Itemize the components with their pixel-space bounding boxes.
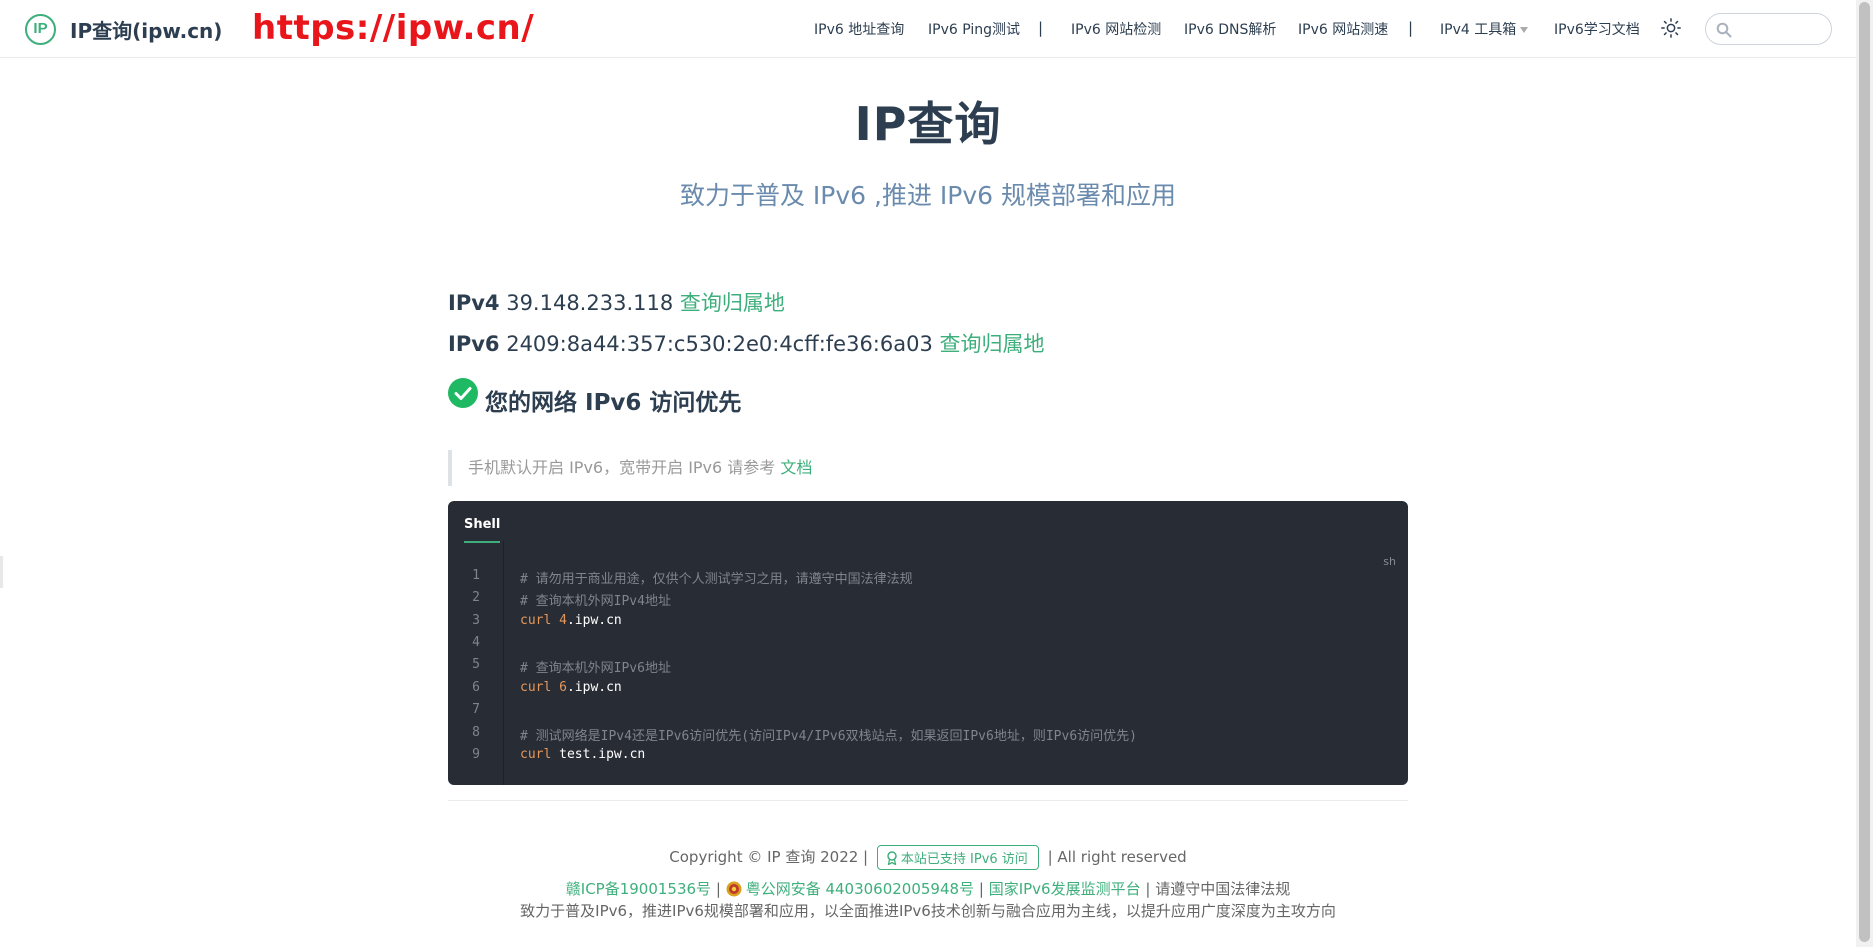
code-argument: .ipw.cn (566, 680, 622, 695)
copyright-text: Copyright © IP 查询 2022 | (669, 848, 869, 866)
nav-ipv6-dns[interactable]: IPv6 DNS解析 (1184, 19, 1276, 39)
code-line: curl 4.ipw.cn (520, 613, 622, 628)
nav-ipv6-speed[interactable]: IPv6 网站测速 (1298, 19, 1388, 39)
code-comment: # 请勿用于商业用途，仅供个人测试学习之用，请遵守中国法律法规 (520, 572, 913, 587)
line-number: 8 (472, 725, 480, 740)
ipv6-address: 2409:8a44:357:c530:2e0:4cff:fe36:6a03 (506, 332, 933, 356)
line-number: 5 (472, 657, 480, 672)
law-text: 请遵守中国法律法规 (1155, 880, 1291, 898)
page-title: IP查询 (854, 97, 1002, 151)
watermark-url: https://ipw.cn/ (252, 8, 535, 48)
ipv6-support-badge[interactable]: 本站已支持 IPv6 访问 (876, 845, 1039, 870)
ipv6-lookup-link[interactable]: 查询归属地 (940, 332, 1045, 356)
footer-separator: | (978, 880, 984, 898)
ipv4-label: IPv4 (448, 291, 500, 315)
footer-separator: | (1145, 880, 1151, 898)
chevron-down-icon (1520, 27, 1529, 33)
ipv6-platform-link[interactable]: 国家IPv6发展监测平台 (989, 880, 1141, 898)
nav-separator: | (1408, 19, 1414, 37)
ipv4-address: 39.148.233.118 (506, 291, 674, 315)
line-number: 7 (472, 702, 480, 717)
code-command: curl (520, 680, 552, 695)
nav-ipv6-site-check[interactable]: IPv6 网站检测 (1071, 19, 1161, 39)
code-comment: # 查询本机外网IPv6地址 (520, 661, 671, 676)
code-argument: .ipw.cn (566, 613, 622, 628)
code-comment: # 测试网络是IPv4还是IPv6访问优先(访问IPv4/IPv6双栈站点，如果… (520, 729, 1137, 744)
code-command: curl (520, 747, 552, 762)
code-line: # 测试网络是IPv4还是IPv6访问优先(访问IPv4/IPv6双栈站点，如果… (520, 725, 1137, 744)
code-line: # 查询本机外网IPv6地址 (520, 657, 671, 676)
side-edge-handle (0, 556, 3, 588)
footer-mission: 致力于普及IPv6，推进IPv6规模部署和应用，以全面推进IPv6技术创新与融合… (520, 902, 1336, 920)
nav-ipv6-ping[interactable]: IPv6 Ping测试 (928, 19, 1020, 39)
code-line: # 查询本机外网IPv4地址 (520, 590, 671, 609)
content-divider (448, 800, 1408, 801)
code-number: 4 (559, 613, 567, 628)
nav-ipv6-address-lookup[interactable]: IPv6 地址查询 (814, 19, 904, 39)
police-badge-icon (726, 881, 742, 897)
code-line: # 请勿用于商业用途，仅供个人测试学习之用，请遵守中国法律法规 (520, 568, 913, 587)
code-line: curl 6.ipw.cn (520, 680, 622, 695)
line-number: 1 (472, 568, 480, 583)
line-number: 9 (472, 747, 480, 762)
scrollbar-thumb[interactable] (1859, 2, 1870, 942)
tab-shell[interactable]: Shell (464, 517, 501, 543)
code-language-label: sh (1383, 555, 1396, 568)
scrollbar[interactable] (1856, 0, 1873, 947)
footer-separator: | (715, 880, 721, 898)
icp-link[interactable]: 赣ICP备19001536号 (566, 880, 711, 898)
ipv6-row: IPv6 2409:8a44:357:c530:2e0:4cff:fe36:6a… (448, 328, 1045, 358)
navbar: IP IP查询(ipw.cn) https://ipw.cn/ IPv6 地址查… (0, 0, 1856, 58)
ipv6-label: IPv6 (448, 332, 500, 356)
code-comment: # 查询本机外网IPv4地址 (520, 594, 671, 609)
award-icon (887, 851, 897, 865)
line-number: 6 (472, 680, 480, 695)
page-description: 致力于普及 IPv6 ,推进 IPv6 规模部署和应用 (679, 181, 1177, 210)
code-argument: test.ipw.cn (559, 747, 646, 762)
line-number: 2 (472, 590, 480, 605)
line-number: 4 (472, 635, 480, 650)
priority-text: 您的网络 IPv6 访问优先 (485, 390, 742, 416)
site-name[interactable]: IP查询(ipw.cn) (70, 15, 222, 44)
all-rights-text: | All right reserved (1047, 848, 1187, 866)
logo-icon[interactable]: IP (25, 14, 56, 45)
footer-records: 赣ICP备19001536号 | 粤公网安备 44030602005948号 |… (0, 878, 1856, 899)
code-command: curl (520, 613, 552, 628)
search-input[interactable] (1705, 13, 1832, 45)
line-number-gutter: 1 2 3 4 5 6 7 8 9 (448, 541, 504, 785)
footer-copyright: Copyright © IP 查询 2022 | 本站已支持 IPv6 访问 |… (0, 845, 1856, 870)
code-tabs: Shell (448, 501, 1408, 543)
sun-icon[interactable] (1660, 17, 1682, 39)
nav-ipv6-docs[interactable]: IPv6学习文档 (1554, 19, 1640, 39)
nav-ipv4-toolbox[interactable]: IPv4 工具箱 (1440, 19, 1529, 39)
code-line: curl test.ipw.cn (520, 747, 645, 762)
line-number: 3 (472, 613, 480, 628)
search-icon (1716, 22, 1732, 38)
check-circle-icon (448, 378, 478, 408)
tip-doc-link[interactable]: 文档 (780, 458, 812, 477)
badge-label: 本站已支持 IPv6 访问 (900, 852, 1028, 867)
ipv4-lookup-link[interactable]: 查询归属地 (680, 291, 785, 315)
ipv4-row: IPv4 39.148.233.118 查询归属地 (448, 287, 785, 317)
tip-blockquote: 手机默认开启 IPv6，宽带开启 IPv6 请参考 文档 (448, 450, 1408, 486)
nav-separator: | (1038, 19, 1044, 37)
nav-ipv4-toolbox-label: IPv4 工具箱 (1440, 22, 1517, 38)
code-number: 6 (559, 680, 567, 695)
code-block: Shell sh 1 2 3 4 5 6 7 8 9 # 请勿用于商业用途，仅供… (448, 501, 1408, 785)
police-record-link[interactable]: 粤公网安备 44030602005948号 (746, 880, 974, 898)
tip-text: 手机默认开启 IPv6，宽带开启 IPv6 请参考 (468, 458, 776, 477)
